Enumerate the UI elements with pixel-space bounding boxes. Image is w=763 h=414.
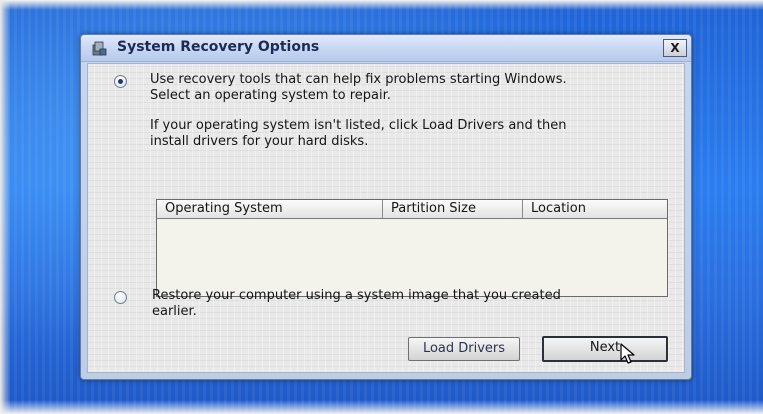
close-button[interactable]: X [663,39,687,57]
operating-system-list[interactable]: Operating System Partition Size Location [156,199,668,297]
repair-option-line1: Use recovery tools that can help fix pro… [150,72,567,87]
restore-option-line2: earlier. [152,304,197,319]
info-text-line1: If your operating system isn't listed, c… [150,118,567,133]
dialog-content: Use recovery tools that can help fix pro… [87,63,685,373]
screen-bezel-bottom [0,400,763,414]
column-location[interactable]: Location [523,200,667,218]
dialog-titlebar[interactable]: System Recovery Options X [81,35,691,62]
info-text-line2: install drivers for your hard disks. [150,134,369,149]
dialog-title: System Recovery Options [117,39,320,55]
column-partition-size[interactable]: Partition Size [383,200,523,218]
restore-option-line1: Restore your computer using a system ima… [152,288,561,303]
repair-option-line2: Select an operating system to repair. [150,88,391,103]
load-drivers-button[interactable]: Load Drivers [408,337,520,361]
system-recovery-dialog: System Recovery Options X Use recovery t… [80,34,692,380]
os-list-body[interactable] [157,219,667,296]
screen-bezel-left [0,0,10,414]
repair-option-radio[interactable] [114,75,127,88]
column-operating-system[interactable]: Operating System [157,200,383,218]
os-list-header: Operating System Partition Size Location [157,200,667,219]
next-button[interactable]: Next [542,336,668,362]
mouse-pointer-icon [620,343,636,365]
restore-option-radio[interactable] [114,291,127,304]
screen-bezel-top [0,0,763,10]
system-recovery-icon [91,40,107,56]
